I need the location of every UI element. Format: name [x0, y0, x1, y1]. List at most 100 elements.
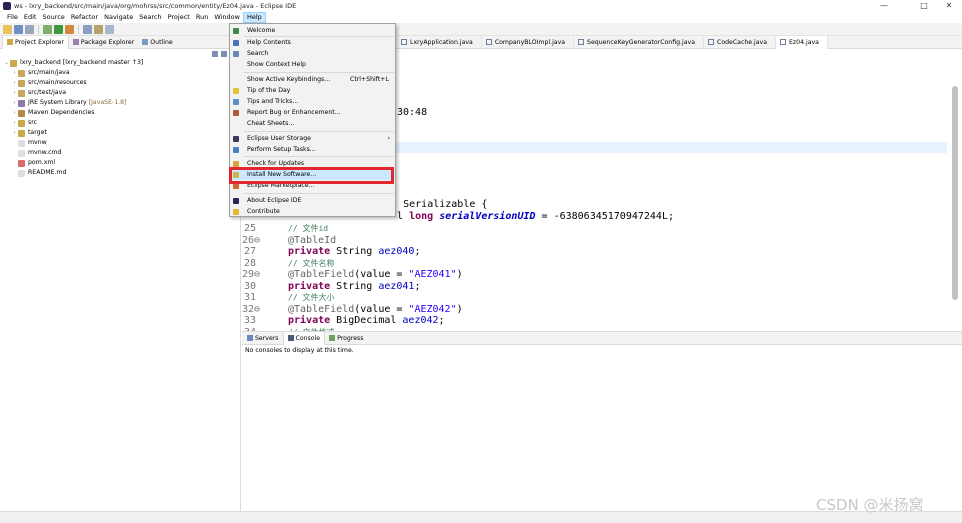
- collapse-all-icon[interactable]: [212, 50, 218, 57]
- minimize-button[interactable]: —: [871, 0, 897, 12]
- menu-run[interactable]: Run: [193, 12, 211, 23]
- tree-item-label: src/test/java: [28, 89, 67, 96]
- project-tree: ⌄ lxry_backend [lxry_backend master ↑3] › s…: [0, 58, 240, 178]
- expand-arrow-icon[interactable]: ›: [11, 108, 18, 118]
- help-menu-item-show-context-help[interactable]: Show Context Help: [230, 60, 395, 70]
- tree-item[interactable]: mvnw: [3, 138, 240, 148]
- tree-item[interactable]: › target: [3, 128, 240, 138]
- editor-tab-active[interactable]: Ez04.java: [776, 35, 828, 49]
- tab-outline[interactable]: Outline: [138, 36, 176, 49]
- tree-item[interactable]: › src/main/resources: [3, 78, 240, 88]
- tree-item-label: src/main/java: [28, 69, 70, 76]
- menu-item-label: Cheat Sheets...: [247, 120, 295, 127]
- tree-item[interactable]: › Maven Dependencies: [3, 108, 240, 118]
- tab-package-explorer[interactable]: Package Explorer: [69, 36, 138, 49]
- tree-item[interactable]: › JRE System Library [JavaSE-1.8]: [3, 98, 240, 108]
- tree-item-label: Maven Dependencies: [28, 109, 95, 116]
- editor-tab-label: Ez04.java: [789, 38, 819, 46]
- menu-item-label: Tips and Tricks...: [247, 98, 299, 105]
- menu-separator: [244, 156, 394, 157]
- code-keyword: private: [288, 246, 331, 257]
- editor-tab[interactable]: CompanyBLOImpl.java: [482, 35, 575, 49]
- code-line: 28 // 文件名称: [242, 258, 335, 270]
- tab-progress[interactable]: Progress: [325, 332, 367, 345]
- help-menu-item-perform-setup-tasks[interactable]: Perform Setup Tasks...: [230, 145, 395, 155]
- line-number: 29⊖: [242, 269, 261, 280]
- help-menu-item-report-bug-or-enhancement[interactable]: Report Bug or Enhancement...: [230, 108, 395, 118]
- menu-window[interactable]: Window: [211, 12, 243, 23]
- menu-search[interactable]: Search: [136, 12, 164, 23]
- help-menu-item-contribute[interactable]: Contribute: [230, 207, 395, 217]
- save-icon[interactable]: [14, 24, 23, 34]
- tree-item[interactable]: › src: [3, 118, 240, 128]
- console-icon: [287, 335, 294, 341]
- help-menu-item-tip-of-the-day[interactable]: Tip of the Day: [230, 86, 395, 96]
- expand-arrow-icon[interactable]: ›: [11, 128, 18, 138]
- editor-scrollbar[interactable]: [952, 86, 958, 300]
- eclipse-app-icon: [3, 2, 11, 10]
- tree-item[interactable]: ⌄ lxry_backend [lxry_backend master ↑3]: [3, 58, 240, 68]
- external-tools-icon[interactable]: [65, 24, 74, 34]
- help-menu-item-help-contents[interactable]: Help Contents: [230, 38, 395, 48]
- tab-console[interactable]: Console: [282, 331, 326, 345]
- editor-tab-label: CompanyBLOImpl.java: [494, 38, 566, 46]
- menu-project[interactable]: Project: [165, 12, 193, 23]
- menu-bar: File Edit Source Refactor Navigate Searc…: [0, 12, 962, 23]
- close-button[interactable]: ✕: [936, 0, 962, 12]
- tree-item[interactable]: › src/test/java: [3, 88, 240, 98]
- save-all-icon[interactable]: [25, 24, 34, 34]
- expand-arrow-icon[interactable]: ›: [11, 98, 18, 108]
- menu-source[interactable]: Source: [39, 12, 67, 23]
- help-menu-item-search[interactable]: Search: [230, 49, 395, 59]
- help-menu-item-eclipse-user-storage[interactable]: Eclipse User Storage ›: [230, 134, 395, 144]
- submenu-arrow-icon: ›: [387, 135, 390, 142]
- java-file-icon: [708, 39, 714, 45]
- expand-arrow-icon[interactable]: ⌄: [3, 58, 10, 68]
- menu-file[interactable]: File: [4, 12, 21, 23]
- tab-project-explorer[interactable]: Project Explorer: [2, 35, 69, 49]
- tree-item[interactable]: README.md: [3, 168, 240, 178]
- menu-item-label: Perform Setup Tasks...: [247, 146, 316, 153]
- editor-tab[interactable]: CodeCache.java: [704, 35, 777, 49]
- help-menu-item-about-eclipse-ide[interactable]: About Eclipse IDE: [230, 196, 395, 206]
- help-menu-item-show-active-keybindings[interactable]: Show Active Keybindings... Ctrl+Shift+L: [230, 75, 395, 85]
- tree-item[interactable]: pom.xml: [3, 158, 240, 168]
- menu-item-shortcut: Ctrl+Shift+L: [350, 76, 389, 83]
- code-type: String: [330, 280, 379, 292]
- editor-tab[interactable]: SequenceKeyGeneratorConfig.java: [574, 35, 704, 49]
- run-icon[interactable]: [54, 24, 63, 34]
- debug-icon[interactable]: [43, 24, 52, 34]
- menu-navigate[interactable]: Navigate: [101, 12, 136, 23]
- maximize-button[interactable]: □: [911, 0, 937, 12]
- menu-separator: [244, 72, 394, 73]
- welcome-icon: [233, 28, 239, 34]
- help-menu-item-cheat-sheets[interactable]: Cheat Sheets...: [230, 119, 395, 129]
- code-fragment: (value =: [354, 269, 409, 280]
- menu-separator: [244, 193, 394, 194]
- expand-arrow-icon[interactable]: ›: [11, 68, 18, 78]
- expand-arrow-icon[interactable]: ›: [11, 78, 18, 88]
- line-number: 32⊖: [242, 303, 261, 315]
- link-editor-icon[interactable]: [221, 50, 227, 57]
- editor-tab[interactable]: LxryApplication.java: [397, 35, 482, 49]
- expand-arrow-icon[interactable]: ›: [11, 88, 18, 98]
- new-icon[interactable]: [3, 24, 12, 34]
- open-type-icon[interactable]: [83, 24, 92, 34]
- storage-icon: [233, 136, 239, 142]
- help-menu-item-tips-and-tricks[interactable]: Tips and Tricks...: [230, 97, 395, 107]
- tree-item-label: pom.xml: [28, 159, 56, 166]
- package-explorer-icon: [72, 39, 79, 45]
- line-number: 25: [243, 223, 256, 234]
- line-number: 31: [243, 292, 256, 303]
- menu-help[interactable]: Help: [242, 12, 266, 23]
- search-toolbar-icon[interactable]: [94, 24, 103, 34]
- tab-servers[interactable]: Servers: [243, 332, 283, 345]
- tree-item[interactable]: › src/main/java: [3, 68, 240, 78]
- menu-edit[interactable]: Edit: [21, 12, 40, 23]
- code-field: aez040: [378, 246, 415, 257]
- tree-item[interactable]: mvnw.cmd: [3, 148, 240, 158]
- nav-back-icon[interactable]: [105, 24, 114, 34]
- help-menu-item-welcome[interactable]: Welcome: [230, 26, 395, 36]
- expand-arrow-icon[interactable]: ›: [11, 118, 18, 128]
- menu-refactor[interactable]: Refactor: [68, 12, 101, 23]
